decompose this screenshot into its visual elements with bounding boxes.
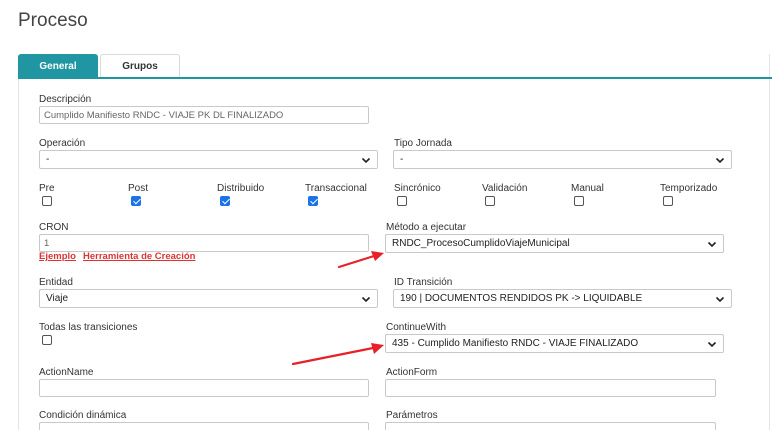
todas-transiciones-checkbox[interactable] xyxy=(42,335,52,345)
chevron-down-icon xyxy=(361,157,371,163)
chevron-down-icon xyxy=(707,241,717,247)
manual-checkbox[interactable] xyxy=(574,196,584,206)
id-transicion-label: ID Transición xyxy=(394,277,453,288)
operacion-label: Operación xyxy=(39,138,86,149)
action-name-label: ActionName xyxy=(39,367,94,378)
tab-general[interactable]: General xyxy=(18,54,98,77)
condicion-label: Condición dinámica xyxy=(39,410,127,421)
id-transicion-value: 190 | DOCUMENTOS RENDIDOS PK -> LIQUIDAB… xyxy=(400,293,643,304)
chevron-down-icon xyxy=(715,157,725,163)
entidad-label: Entidad xyxy=(39,277,73,288)
cron-label: CRON xyxy=(39,222,69,233)
herramienta-creacion-link[interactable]: Herramienta de Creación xyxy=(83,251,195,262)
id-transicion-select[interactable]: 190 | DOCUMENTOS RENDIDOS PK -> LIQUIDAB… xyxy=(393,289,732,308)
condicion-input[interactable] xyxy=(39,422,369,430)
operacion-select[interactable]: - xyxy=(39,150,378,169)
action-form-input[interactable] xyxy=(385,379,716,397)
transaccional-checkbox[interactable] xyxy=(308,196,318,206)
tipo-jornada-select[interactable]: - xyxy=(393,150,732,169)
metodo-value: RNDC_ProcesoCumplidoViajeMunicipal xyxy=(392,238,570,249)
validacion-checkbox[interactable] xyxy=(485,196,495,206)
cron-input[interactable]: 1 xyxy=(39,234,369,252)
post-checkbox[interactable] xyxy=(131,196,141,206)
chevron-down-icon xyxy=(707,341,717,347)
distribuido-checkbox[interactable] xyxy=(220,196,230,206)
todas-transiciones-label: Todas las transiciones xyxy=(39,322,138,333)
pre-label: Pre xyxy=(39,183,55,194)
page-title: Proceso xyxy=(18,10,88,31)
entidad-value: Viaje xyxy=(46,293,69,304)
pre-checkbox[interactable] xyxy=(42,196,52,206)
tipo-jornada-value: - xyxy=(400,154,404,165)
chevron-down-icon xyxy=(715,296,725,302)
validacion-label: Validación xyxy=(482,183,528,194)
entidad-select[interactable]: Viaje xyxy=(39,289,378,308)
continue-with-label: ContinueWith xyxy=(386,322,447,333)
parametros-label: Parámetros xyxy=(386,410,438,421)
metodo-select[interactable]: RNDC_ProcesoCumplidoViajeMunicipal xyxy=(385,234,724,253)
continue-with-select[interactable]: 435 - Cumplido Manifiesto RNDC - VIAJE F… xyxy=(385,334,724,353)
manual-label: Manual xyxy=(571,183,604,194)
descripcion-label: Descripción xyxy=(39,94,92,105)
distribuido-label: Distribuido xyxy=(217,183,265,194)
chevron-down-icon xyxy=(361,296,371,302)
temporizado-checkbox[interactable] xyxy=(663,196,673,206)
descripcion-input[interactable]: Cumplido Manifiesto RNDC - VIAJE PK DL F… xyxy=(39,106,369,124)
action-name-input[interactable] xyxy=(39,379,369,397)
sincronico-checkbox[interactable] xyxy=(397,196,407,206)
transaccional-label: Transaccional xyxy=(305,183,367,194)
metodo-label: Método a ejecutar xyxy=(386,222,467,233)
sincronico-label: Sincrónico xyxy=(394,183,441,194)
post-label: Post xyxy=(128,183,149,194)
tab-bar: General Grupos xyxy=(18,54,180,77)
temporizado-label: Temporizado xyxy=(660,183,718,194)
operacion-value: - xyxy=(46,154,50,165)
parametros-input[interactable] xyxy=(385,422,716,430)
action-form-label: ActionForm xyxy=(386,367,438,378)
ejemplo-link[interactable]: Ejemplo xyxy=(39,251,76,262)
tab-grupos[interactable]: Grupos xyxy=(100,54,180,77)
continue-with-value: 435 - Cumplido Manifiesto RNDC - VIAJE F… xyxy=(392,338,639,349)
tipo-jornada-label: Tipo Jornada xyxy=(394,138,452,149)
